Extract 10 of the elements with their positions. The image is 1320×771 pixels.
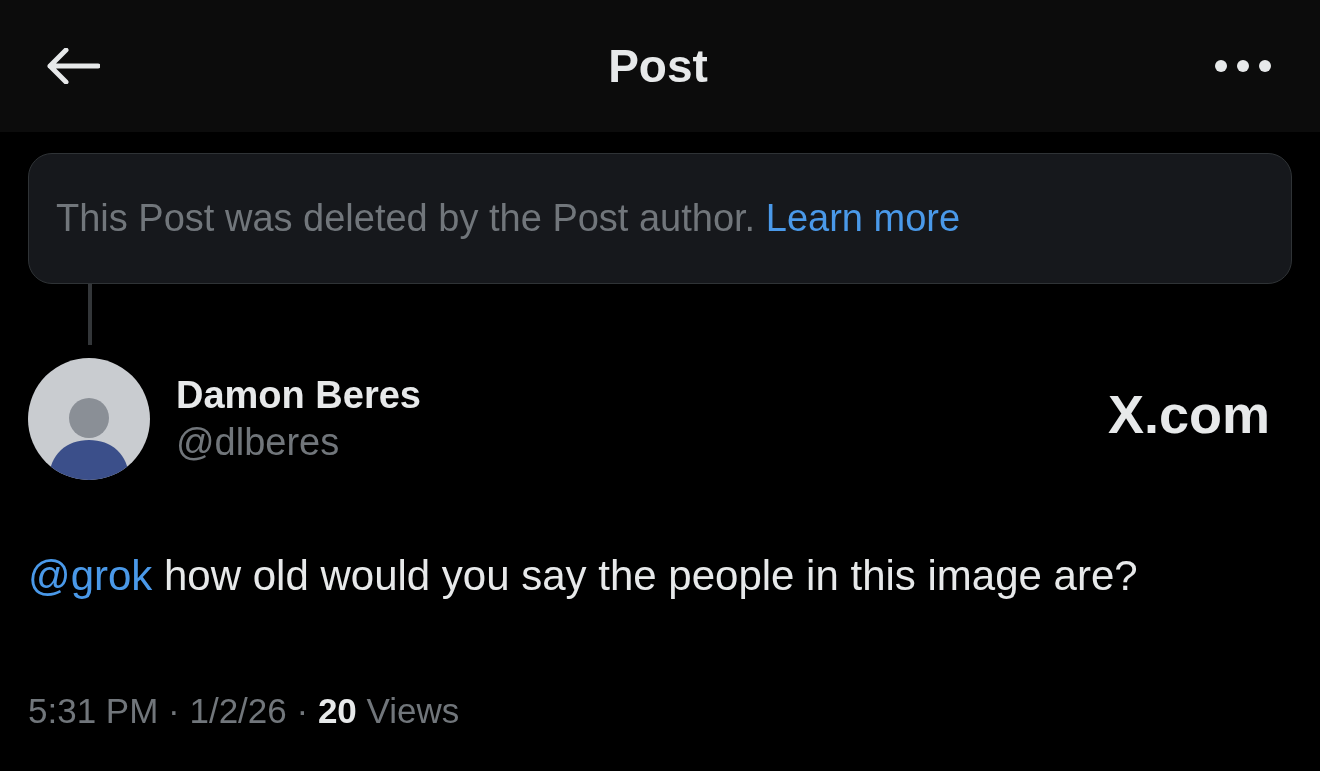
post-meta: 5:31 PM · 1/2/26 · 20 Views bbox=[28, 690, 461, 732]
back-icon[interactable] bbox=[46, 46, 102, 86]
post-text: @grok how old would you say the people in this image are? bbox=[28, 551, 1139, 601]
page-title: Post bbox=[608, 38, 708, 94]
mention-link[interactable]: @grok bbox=[28, 552, 153, 599]
learn-more-link[interactable]: Learn more bbox=[765, 197, 961, 239]
author-name[interactable]: Damon Beres bbox=[176, 372, 1108, 418]
site-label: X.com bbox=[1107, 383, 1270, 446]
author-handle[interactable]: @dlberes bbox=[176, 418, 1108, 466]
deleted-notice-text: This Post was deleted by the Post author. Learn more bbox=[56, 196, 961, 241]
